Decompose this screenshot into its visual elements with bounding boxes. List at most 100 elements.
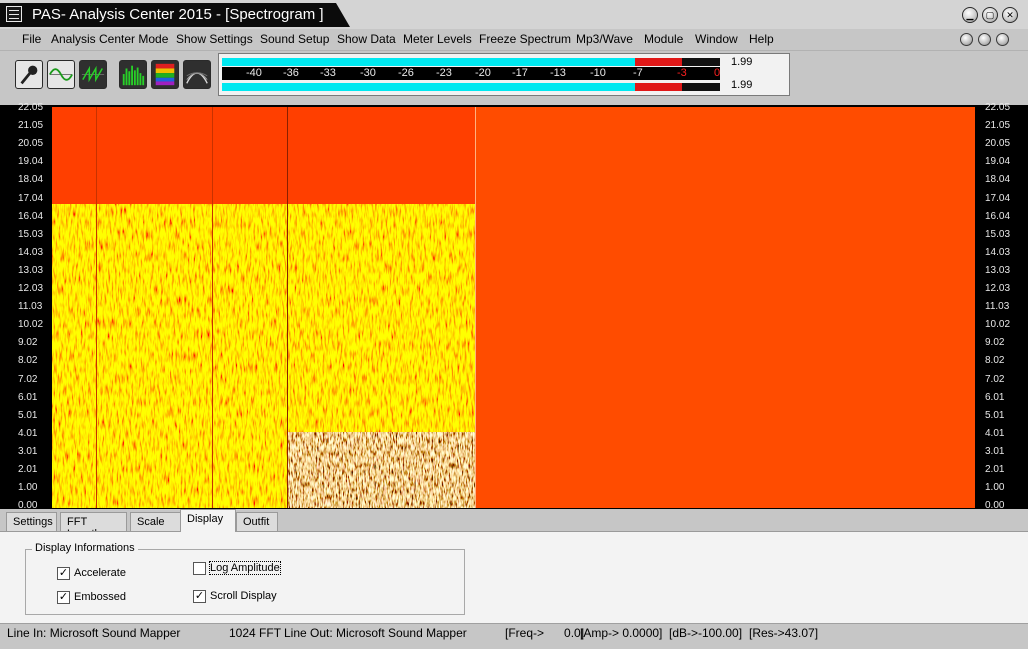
close-button[interactable]: ✕ <box>1002 7 1018 23</box>
tab-scale[interactable]: Scale <box>130 512 182 532</box>
left-peak-value: 1.99 <box>731 56 753 68</box>
embossed-checkbox[interactable]: ✓ <box>57 591 70 604</box>
meter-tick: -36 <box>283 67 299 79</box>
maximize-icon: ▢ <box>985 9 995 20</box>
meter-scale: -40 -36 -33 -30 -26 -23 -20 -17 -13 -10 … <box>222 67 720 80</box>
accelerate-checkbox[interactable]: ✓ <box>57 567 70 580</box>
frequency-tick-label: 5.01 <box>985 409 1005 421</box>
meter-tick: -30 <box>360 67 376 79</box>
frequency-tick-label: 11.03 <box>985 301 1010 313</box>
frequency-tick-label: 16.04 <box>985 210 1011 222</box>
meter-tick: -17 <box>512 67 528 79</box>
frequency-tick-label: 4.01 <box>18 427 38 439</box>
spectrogram-top-border <box>0 98 1028 105</box>
menu-bar: File Analysis Center Mode Show Settings … <box>0 29 1028 51</box>
frequency-tick-label: 17.04 <box>985 192 1011 204</box>
frequency-tick-label: 19.04 <box>985 156 1011 168</box>
sine-wave-button[interactable] <box>47 60 75 89</box>
frequency-tick-label: 9.02 <box>18 337 38 349</box>
frequency-tick-label: 20.05 <box>18 138 44 150</box>
tab-strip: Settings FFT Length Scale Display Outfit <box>0 509 1028 540</box>
frequency-tick-label: 7.02 <box>18 373 38 385</box>
spectrogram-low-freq-texture <box>288 432 475 508</box>
frequency-tick-label: 15.03 <box>985 228 1011 240</box>
sawtooth-wave-button[interactable] <box>79 60 107 89</box>
status-amplitude: [Amp-> 0.0000] <box>580 626 663 640</box>
minimize-button[interactable]: ▁ <box>962 7 978 23</box>
meter-tick: -10 <box>590 67 606 79</box>
log-amplitude-checkbox[interactable] <box>193 562 206 575</box>
embossed-label: Embossed <box>74 591 126 603</box>
frequency-tick-label: 14.03 <box>985 246 1011 258</box>
frequency-tick-label: 21.05 <box>18 120 44 132</box>
frequency-tick-label: 5.01 <box>18 409 38 421</box>
status-resolution: [Res->43.07] <box>749 626 819 640</box>
level-meter: -40 -36 -33 -30 -26 -23 -20 -17 -13 -10 … <box>218 53 790 96</box>
microphone-icon <box>20 65 38 85</box>
checkmark-icon: ✓ <box>58 591 69 603</box>
menu-mp3-wave[interactable]: Mp3/Wave <box>576 32 633 46</box>
maximize-button[interactable]: ▢ <box>982 7 998 23</box>
microphone-button[interactable] <box>15 60 43 89</box>
spectrum-bars-button[interactable] <box>119 60 147 89</box>
frequency-tick-label: 8.02 <box>18 355 38 367</box>
left-level-bar <box>222 58 720 66</box>
frequency-tick-label: 1.00 <box>18 482 38 494</box>
spectrum-bars-icon <box>122 65 145 86</box>
menu-help[interactable]: Help <box>749 32 774 46</box>
app-window-icon[interactable] <box>6 6 22 22</box>
tab-settings[interactable]: Settings <box>6 512 57 532</box>
frequency-tick-label: 2.01 <box>18 464 38 475</box>
scroll-display-checkbox[interactable]: ✓ <box>193 590 206 603</box>
frequency-tick-label: 17.04 <box>18 192 44 204</box>
menu-file[interactable]: File <box>22 32 41 46</box>
spectrogram-area: 22.05 21.05 20.05 19.04 18.04 17.04 16.04 15.03… <box>0 98 1028 511</box>
frequency-tick-label: 4.01 <box>985 427 1005 439</box>
tab-outfit[interactable]: Outfit <box>236 512 278 532</box>
display-informations-group: Display Informations ✓ Accelerate ✓ Embo… <box>25 542 465 615</box>
title-strip: PAS- Analysis Center 2015 - [Spectrogram… <box>0 3 350 27</box>
spectrogram-icon <box>155 63 175 86</box>
close-icon: ✕ <box>1006 9 1014 20</box>
frequency-tick-label: 3.01 <box>18 445 38 457</box>
child-maximize-button[interactable] <box>978 33 991 46</box>
menu-show-settings[interactable]: Show Settings <box>176 32 253 46</box>
minimize-icon: ▁ <box>966 9 974 20</box>
menu-freeze-spectrum[interactable]: Freeze Spectrum <box>479 32 571 46</box>
spectrogram-canvas[interactable] <box>52 107 975 508</box>
log-amplitude-label: Log Amplitude <box>209 561 281 575</box>
checkmark-icon: ✓ <box>58 567 69 579</box>
right-peak-value: 1.99 <box>731 79 753 91</box>
frequency-tick-label: 22.05 <box>985 102 1011 113</box>
menu-analysis-center-mode[interactable]: Analysis Center Mode <box>51 32 168 46</box>
menu-window[interactable]: Window <box>695 32 738 46</box>
frequency-tick-label: 14.03 <box>18 246 44 258</box>
frequency-tick-label: 13.03 <box>985 264 1011 276</box>
frequency-tick-label: 6.01 <box>18 391 38 403</box>
meter-tick: -13 <box>550 67 566 79</box>
child-close-button[interactable] <box>996 33 1009 46</box>
tab-display[interactable]: Display <box>180 509 236 532</box>
frequency-tick-label: 2.01 <box>985 464 1005 475</box>
child-minimize-button[interactable] <box>960 33 973 46</box>
waterfall-button[interactable] <box>183 60 211 89</box>
status-line-in: Line In: Microsoft Sound Mapper <box>7 626 181 640</box>
menu-meter-levels[interactable]: Meter Levels <box>403 32 472 46</box>
meter-tick: -33 <box>320 67 336 79</box>
frequency-tick-label: 18.04 <box>18 174 44 186</box>
spectrogram-button[interactable] <box>151 60 179 89</box>
frequency-tick-label: 6.01 <box>985 391 1005 403</box>
meter-tick: -3 <box>677 67 687 79</box>
tab-fft-length[interactable]: FFT Length <box>60 512 127 540</box>
window-title: PAS- Analysis Center 2015 - [Spectrogram… <box>32 6 324 23</box>
meter-tick: -7 <box>633 67 643 79</box>
frequency-tick-label: 22.05 <box>18 102 44 113</box>
menu-module[interactable]: Module <box>644 32 683 46</box>
menu-sound-setup[interactable]: Sound Setup <box>260 32 329 46</box>
group-title: Display Informations <box>32 542 138 554</box>
checkmark-icon: ✓ <box>194 590 205 602</box>
menu-show-data[interactable]: Show Data <box>337 32 396 46</box>
spectrogram-image <box>52 107 975 508</box>
frequency-tick-label: 13.03 <box>18 264 44 276</box>
scroll-display-label: Scroll Display <box>210 590 277 602</box>
